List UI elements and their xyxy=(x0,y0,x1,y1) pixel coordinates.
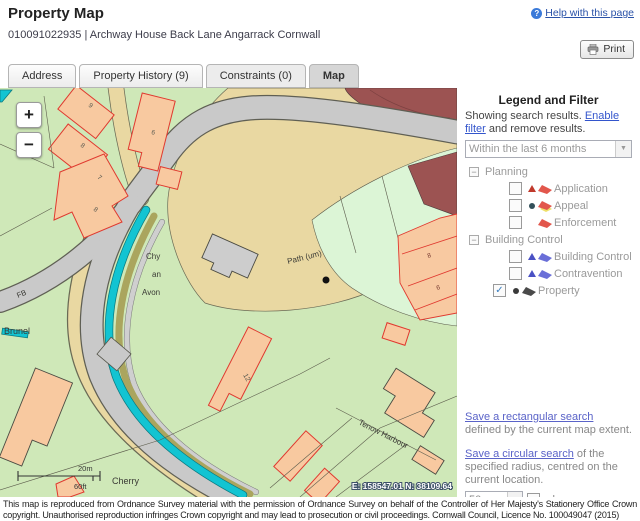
date-filter-value: Within the last 6 months xyxy=(466,143,615,155)
legend-tree: − Planning Application xyxy=(465,163,632,299)
legend-item-label: Building Control xyxy=(554,251,632,263)
application-legend-icon xyxy=(525,183,553,195)
tab-bar: Address Property History (9) Constraints… xyxy=(0,64,640,88)
main-content: Chy an Avon Path (um) FB Brunel Cherry T… xyxy=(0,88,640,497)
zoom-in-button[interactable]: + xyxy=(16,102,42,128)
legend-item-label: Appeal xyxy=(554,200,588,212)
svg-text:Chy: Chy xyxy=(146,252,160,261)
building-control-legend-icon xyxy=(525,251,553,263)
legend-title: Legend and Filter xyxy=(465,93,632,107)
legend-item-label: Contravention xyxy=(554,268,623,280)
svg-text:Avon: Avon xyxy=(142,288,160,297)
legend-item-label: Property xyxy=(538,285,580,297)
legend-item-building-control: Building Control xyxy=(465,248,632,265)
building-control-checkbox[interactable] xyxy=(509,250,522,263)
dropdown-arrow-icon: ▼ xyxy=(615,141,631,157)
tab-map[interactable]: Map xyxy=(309,64,359,88)
print-button[interactable]: Print xyxy=(580,40,634,59)
intro-pre: Showing search results. xyxy=(465,110,585,122)
legend-item-enforcement: Enforcement xyxy=(465,214,632,231)
cursor-coordinates: E: 158547.01 N: 38109.64 xyxy=(352,481,452,491)
date-filter-select[interactable]: Within the last 6 months ▼ xyxy=(465,140,632,158)
legend-item-application: Application xyxy=(465,180,632,197)
svg-text:Brunel: Brunel xyxy=(4,326,30,336)
map-canvas[interactable]: Chy an Avon Path (um) FB Brunel Cherry T… xyxy=(0,88,457,497)
legend-item-label: Enforcement xyxy=(554,217,616,229)
svg-text:60ft: 60ft xyxy=(74,482,87,491)
legend-item-property: ✓ Property xyxy=(465,282,632,299)
page-header: Property Map ?Help with this page 010091… xyxy=(0,0,640,64)
legend-item-contravention: Contravention xyxy=(465,265,632,282)
legend-group-label: Building Control xyxy=(485,234,563,246)
help-icon: ? xyxy=(531,8,542,19)
page-title: Property Map xyxy=(8,5,104,22)
printer-icon xyxy=(587,44,599,55)
tab-address[interactable]: Address xyxy=(8,64,76,88)
help-link[interactable]: ?Help with this page xyxy=(531,7,634,19)
svg-text:an: an xyxy=(152,270,161,279)
contravention-legend-icon xyxy=(525,268,553,280)
legend-group-planning[interactable]: − Planning xyxy=(465,163,632,180)
application-checkbox[interactable] xyxy=(509,182,522,195)
intro-post: and remove results. xyxy=(486,123,586,135)
tab-property-history[interactable]: Property History (9) xyxy=(79,64,202,88)
copyright-footer: This map is reproduced from Ordnance Sur… xyxy=(0,497,640,521)
legend-item-label: Application xyxy=(554,183,608,195)
appeal-legend-icon xyxy=(525,200,553,212)
print-button-label: Print xyxy=(603,43,625,55)
map-viewport[interactable]: Chy an Avon Path (um) FB Brunel Cherry T… xyxy=(0,88,457,497)
enforcement-checkbox[interactable] xyxy=(509,216,522,229)
collapse-icon[interactable]: − xyxy=(469,235,479,245)
tab-constraints[interactable]: Constraints (0) xyxy=(206,64,306,88)
legend-item-appeal: Appeal xyxy=(465,197,632,214)
help-link-label: Help with this page xyxy=(545,7,634,19)
save-rectangular-search-link[interactable]: Save a rectangular search xyxy=(465,411,593,423)
circ-search-text: Save a circular search of the specified … xyxy=(465,448,632,487)
collapse-icon[interactable]: − xyxy=(469,167,479,177)
enforcement-legend-icon xyxy=(525,217,553,229)
legend-group-building-control[interactable]: − Building Control xyxy=(465,231,632,248)
copyright-text: This map is reproduced from Ordnance Sur… xyxy=(3,499,637,520)
save-circular-search-link[interactable]: Save a circular search xyxy=(465,448,574,460)
legend-intro: Showing search results. Enable filter an… xyxy=(465,110,632,136)
rect-search-text: Save a rectangular search defined by the… xyxy=(465,411,632,437)
property-map-page: Property Map ?Help with this page 010091… xyxy=(0,0,640,521)
svg-text:Cherry: Cherry xyxy=(112,476,140,486)
rect-search-rest: defined by the current map extent. xyxy=(465,424,632,436)
property-location-marker xyxy=(323,277,330,284)
legend-group-label: Planning xyxy=(485,166,528,178)
contravention-checkbox[interactable] xyxy=(509,267,522,280)
zoom-out-button[interactable]: − xyxy=(16,132,42,158)
property-checkbox[interactable]: ✓ xyxy=(493,284,506,297)
svg-text:20m: 20m xyxy=(78,464,93,473)
property-reference: 010091022935 | Archway House Back Lane A… xyxy=(8,29,320,41)
legend-panel: Legend and Filter Showing search results… xyxy=(457,88,640,497)
property-legend-icon xyxy=(509,285,537,297)
appeal-checkbox[interactable] xyxy=(509,199,522,212)
